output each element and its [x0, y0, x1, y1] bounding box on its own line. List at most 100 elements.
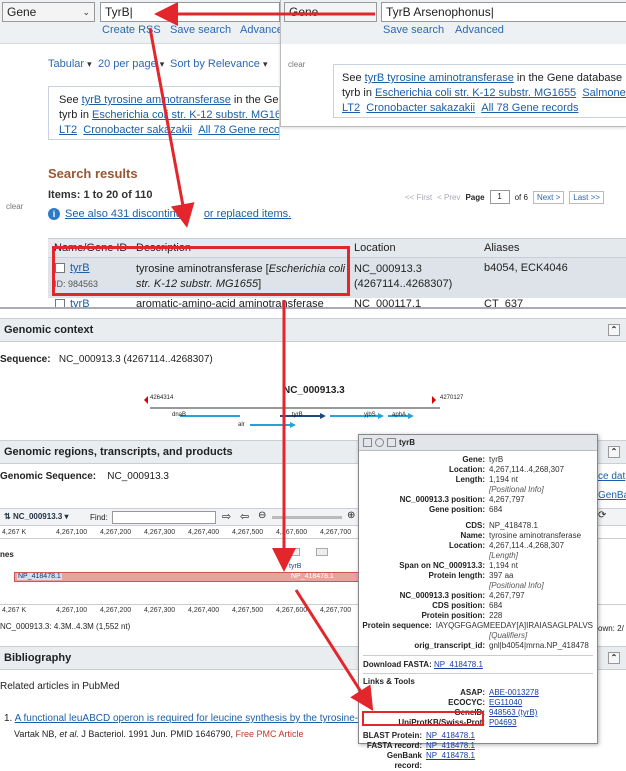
suggest2-org-link[interactable]: Escherichia coli str. K-12 substr. MG165…: [375, 87, 576, 99]
overlay-search-input[interactable]: TyrB Arsenophonus|: [381, 2, 626, 22]
viewer-accession-menu[interactable]: ⇅ NC_000913.3 ▾: [4, 512, 69, 521]
download-fasta-link[interactable]: NP_418478.1: [434, 660, 483, 669]
genbank-row: GenBank record: NP_418478.1: [359, 751, 597, 771]
item-number: 1.: [4, 713, 13, 724]
popup-gene-value: 684: [489, 505, 503, 514]
popup-external-link[interactable]: ABE-0013278: [489, 688, 539, 697]
suggest1-gene-link[interactable]: tyrB tyrosine aminotransferase: [82, 94, 231, 106]
popup-link-value: P04693: [489, 718, 593, 728]
gene-apha[interactable]: aphA: [392, 412, 406, 418]
suggest2-gene: tyrb: [342, 87, 361, 99]
overlay-database-select[interactable]: Gene ⌄: [284, 2, 377, 22]
genomic-regions-title: Genomic regions, transcripts, and produc…: [4, 446, 233, 458]
transcript-label-right[interactable]: NP_418478.1: [291, 573, 334, 580]
popup-search-icon[interactable]: [375, 438, 384, 447]
database-select[interactable]: Gene ⌄: [2, 2, 95, 22]
col-aliases[interactable]: Aliases: [484, 242, 519, 254]
collapse-icon[interactable]: ⌃: [608, 652, 620, 664]
genomic-context-header[interactable]: Genomic context ⌃: [0, 318, 626, 342]
collapse-icon[interactable]: ⌃: [608, 446, 620, 458]
track-gene-label[interactable]: tyrB: [289, 563, 301, 570]
suggest1-all-records-link[interactable]: All 78 Gene records: [198, 124, 279, 136]
suggest2-cronobacter-link[interactable]: Cronobacter sakazakii: [366, 102, 475, 114]
popup-cds-key: [359, 581, 489, 591]
pager-prev[interactable]: < Prev: [437, 193, 460, 202]
popup-cds-value: NP_418478.1: [489, 521, 538, 530]
overlay-database-select-value: Gene: [289, 5, 319, 19]
suggest1-see: See: [59, 94, 82, 106]
suggest1-cronobacter-link[interactable]: Cronobacter sakazakii: [83, 124, 192, 136]
genbank-link[interactable]: GenBa: [598, 490, 626, 501]
zoom-slider[interactable]: [272, 516, 342, 519]
gene-dnab[interactable]: dnaB: [172, 412, 186, 418]
popup-cds-row: CDS position: 684: [359, 601, 593, 611]
gene-aliases: b4054, ECK4046: [484, 262, 568, 274]
pager-last[interactable]: Last >>: [569, 190, 604, 204]
location-acc: NC_000913.3: [354, 263, 422, 275]
gene-yjbs[interactable]: yjbS: [364, 412, 376, 418]
popup-close-icon[interactable]: [363, 438, 372, 447]
save-search-link[interactable]: Save search: [170, 24, 231, 36]
popup-external-link[interactable]: 948563 (tyrB): [489, 708, 537, 717]
sequence-data-link[interactable]: ce dat: [598, 471, 625, 482]
forward-icon[interactable]: ⇦: [240, 510, 249, 523]
popup-titlebar[interactable]: tyrB: [359, 435, 597, 451]
context-seq-label: Sequence:: [0, 354, 51, 365]
right-arrow-icon: [432, 396, 436, 404]
popup-cds-value: IAYQGFGAGMEEDAY[A]IRAIASAGLPALVS: [435, 621, 593, 630]
overlay-save-search-link[interactable]: Save search: [383, 24, 444, 36]
fasta-record-link[interactable]: NP_418478.1: [426, 741, 475, 750]
viewer-acc-label: NC_000913.3: [12, 512, 63, 521]
search-input[interactable]: TyrB|: [100, 2, 280, 22]
gene-tyrb[interactable]: tyrB: [292, 412, 303, 418]
discontinued-link[interactable]: See also 431 discontinu: [65, 208, 182, 220]
genbank-record-link[interactable]: NP_418478.1: [426, 751, 475, 760]
overlay-advanced-link[interactable]: Advanced: [455, 24, 504, 36]
suggest2-salmonella-link[interactable]: Salmonella: [582, 87, 626, 99]
advanced-link[interactable]: Advance: [240, 24, 283, 36]
zoom-in-icon[interactable]: ⊕: [347, 510, 355, 521]
track-close-icon[interactable]: [316, 548, 328, 556]
popup-gene-info: Gene: tyrB Location: 4,267,114..4,268,307 Le…: [359, 451, 597, 515]
highlight-box-blast: [362, 711, 484, 726]
free-pmc-link[interactable]: Free PMC Article: [235, 729, 303, 739]
suggest2-all-records-link[interactable]: All 78 Gene records: [481, 102, 578, 114]
popup-cds-value: [Length]: [489, 551, 518, 560]
clear-link[interactable]: clear: [6, 202, 23, 211]
gene-feature-bar[interactable]: NP_418478.1 NP_418478.1: [14, 572, 360, 582]
back-icon[interactable]: ⇨: [222, 510, 231, 523]
popup-external-link[interactable]: EG11040: [489, 698, 522, 707]
pager-page-input[interactable]: 1: [489, 190, 510, 204]
gene-alr[interactable]: alr: [238, 422, 245, 428]
pager-next[interactable]: Next >: [532, 190, 565, 204]
suggest2-gene-link[interactable]: tyrB tyrosine aminotransferase: [365, 72, 514, 84]
article-link[interactable]: A functional leuABCD operon is required …: [15, 713, 360, 724]
popup-pin-icon[interactable]: [387, 438, 396, 447]
per-page-menu[interactable]: 20 per page ▾: [98, 58, 164, 70]
pager-first[interactable]: << First: [405, 193, 432, 202]
suggest1-lt2-link[interactable]: LT2: [59, 124, 77, 136]
popup-gene-value: 1,194 nt: [489, 475, 518, 484]
pager: << First < Prev Page 1 of 6 Next > Last …: [405, 190, 604, 204]
popup-cds-key: Name:: [460, 531, 485, 540]
col-location[interactable]: Location: [354, 242, 396, 254]
authors: Vartak NB,: [14, 729, 60, 739]
download-label: Download FASTA:: [363, 660, 432, 669]
suggest1-org-link[interactable]: Escherichia coli str. K-12 substr. MG165…: [92, 109, 279, 121]
per-page-label: 20 per page: [98, 58, 157, 70]
create-rss-link[interactable]: Create RSS: [102, 24, 161, 36]
zoom-out-icon[interactable]: ⊖: [258, 510, 266, 521]
blast-protein-link[interactable]: NP_418478.1: [426, 731, 475, 740]
popup-external-link[interactable]: P04693: [489, 718, 517, 727]
collapse-icon[interactable]: ⌃: [608, 324, 620, 336]
discontinued-link-tail[interactable]: or replaced items.: [204, 208, 291, 220]
overlay-clear-link[interactable]: clear: [288, 60, 305, 69]
display-format-menu[interactable]: Tabular ▾: [48, 58, 92, 70]
track-config-icon[interactable]: [288, 548, 300, 556]
find-input[interactable]: [112, 511, 216, 524]
popup-gene-row: Gene: tyrB: [359, 455, 593, 465]
sort-menu[interactable]: Sort by Relevance ▾: [170, 58, 267, 70]
suggest2-lt2-link[interactable]: LT2: [342, 102, 360, 114]
refresh-icon[interactable]: ⟳: [598, 510, 606, 521]
transcript-label-left[interactable]: NP_418478.1: [17, 573, 62, 580]
